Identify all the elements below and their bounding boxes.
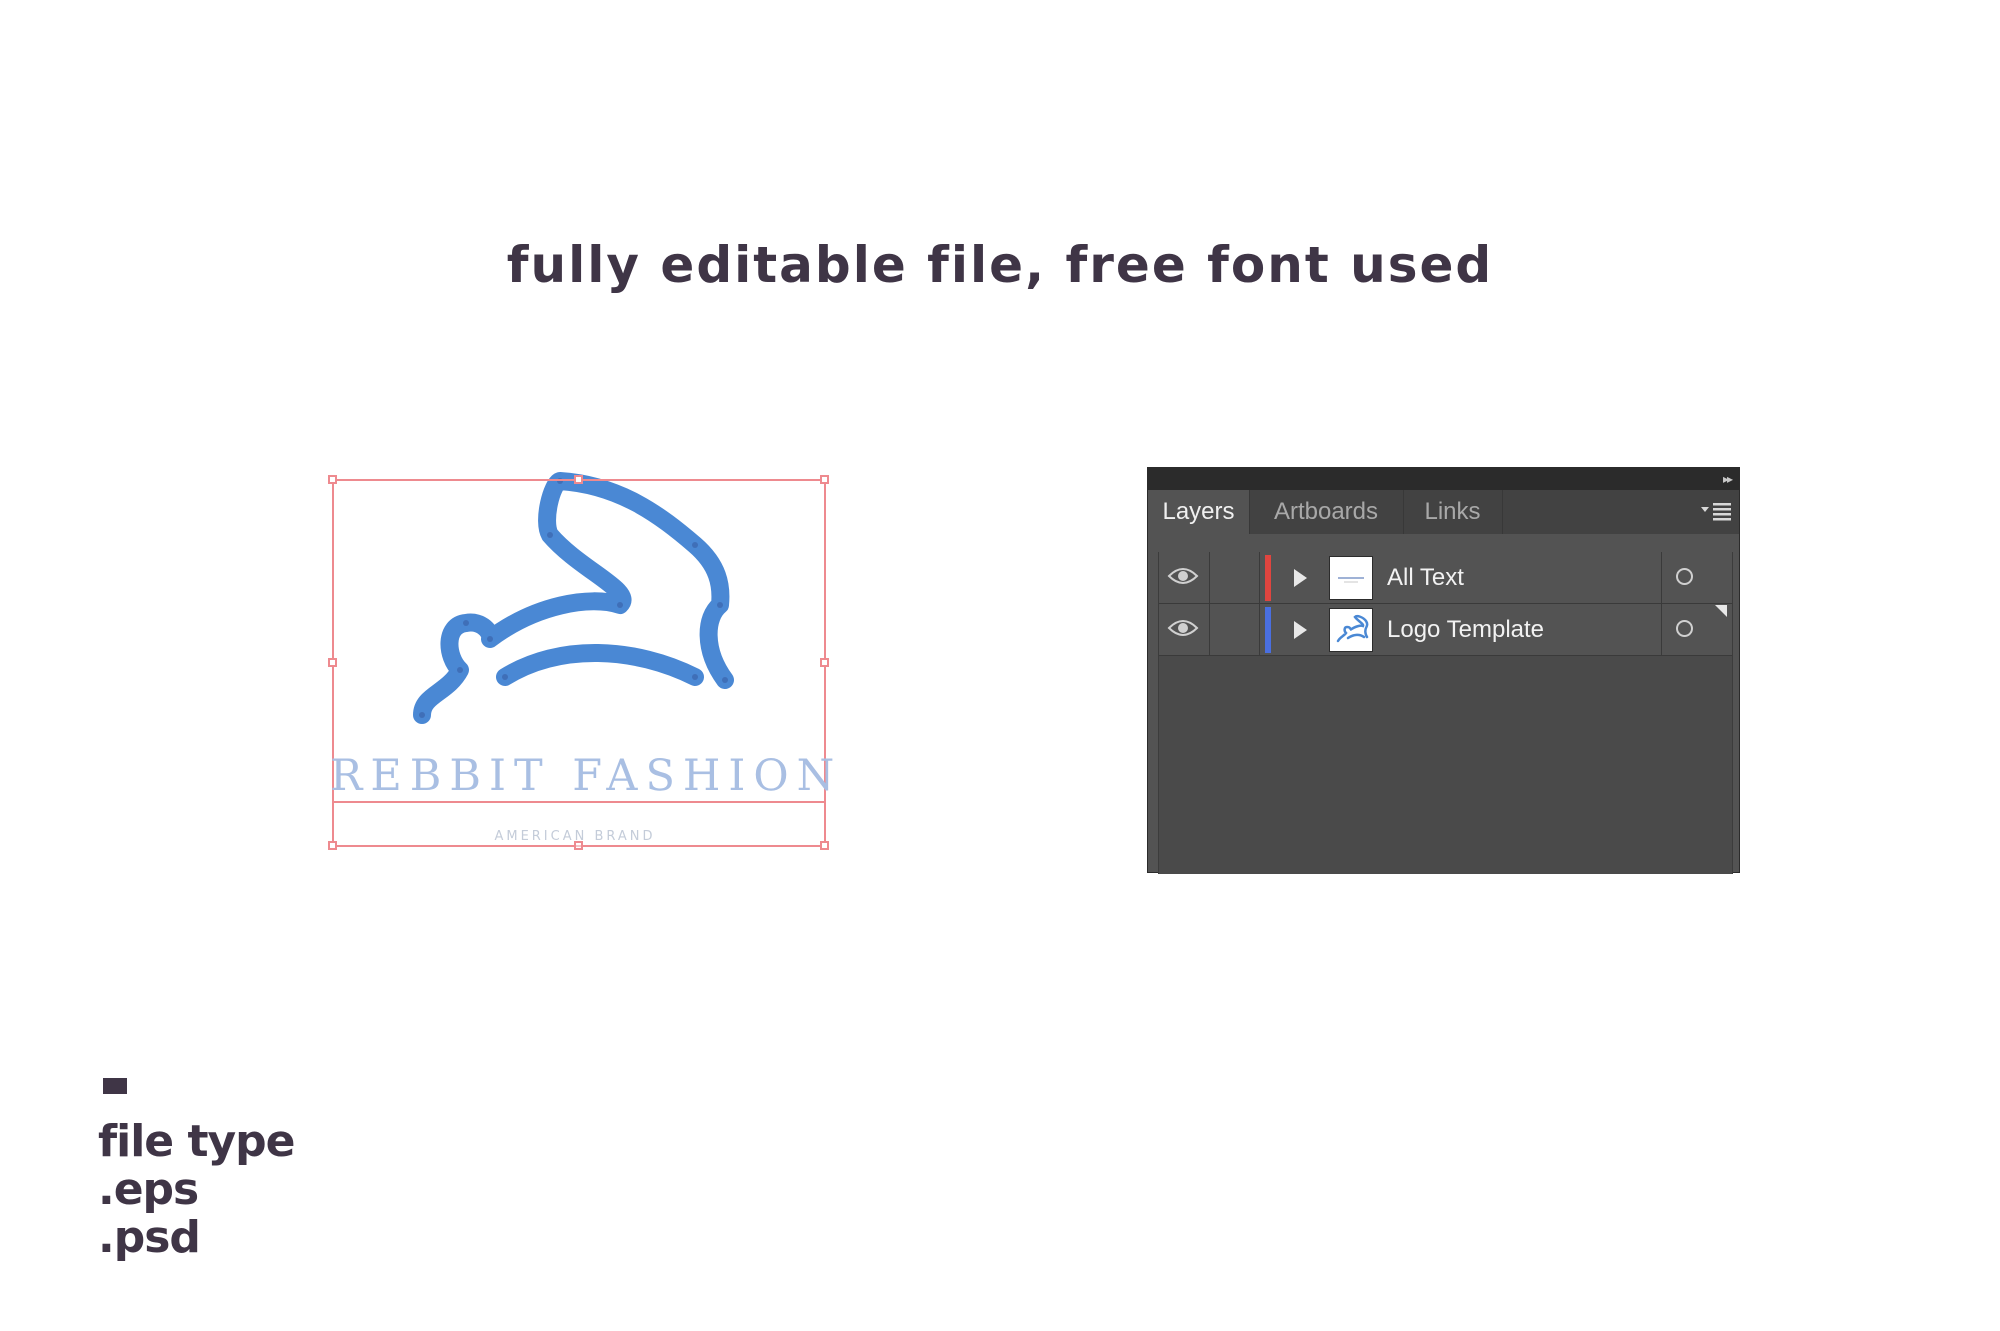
layers-panel: ▸▸ Layers Artboards Links All Text Logo … (1147, 467, 1740, 874)
visibility-toggle[interactable] (1159, 604, 1210, 656)
layer-color-indicator (1265, 607, 1271, 653)
lock-toggle[interactable] (1209, 604, 1260, 656)
tab-layers[interactable]: Layers (1148, 490, 1250, 534)
target-circle-icon (1676, 568, 1693, 585)
layer-row-all-text[interactable]: All Text (1159, 552, 1732, 604)
logo-subtitle: AMERICAN BRAND (494, 829, 656, 844)
expand-triangle-icon[interactable] (1289, 618, 1311, 642)
layer-color-indicator (1265, 555, 1271, 601)
layer-name[interactable]: All Text (1387, 552, 1464, 604)
layers-list: All Text Logo Template (1158, 552, 1733, 874)
panel-title-bar: ▸▸ (1148, 468, 1739, 490)
double-chevron-right-icon[interactable]: ▸▸ (1723, 468, 1733, 490)
rabbit-body-path (413, 472, 734, 724)
target-circle-icon (1676, 620, 1693, 637)
text-thumbnail-icon (1329, 556, 1373, 600)
visibility-toggle[interactable] (1159, 552, 1210, 604)
eye-icon (1167, 568, 1199, 584)
layer-row-logo-template[interactable]: Logo Template (1159, 604, 1732, 656)
panel-tab-bar: Layers Artboards Links (1148, 490, 1739, 534)
headline: fully editable file, free font used (506, 236, 1494, 294)
rabbit-thumbnail-icon (1329, 608, 1373, 652)
file-format-eps: .eps (98, 1164, 199, 1215)
file-format-psd: .psd (98, 1212, 201, 1263)
expand-triangle-icon[interactable] (1289, 566, 1311, 590)
tab-links[interactable]: Links (1403, 490, 1503, 534)
panel-menu-icon[interactable] (1699, 498, 1733, 524)
layer-target[interactable] (1661, 552, 1733, 604)
rabbit-belly-path (496, 644, 704, 686)
bullet-square (103, 1078, 127, 1094)
eye-icon (1167, 620, 1199, 636)
logo-artwork[interactable]: REBBIT FASHION AMERICAN BRAND (320, 465, 843, 855)
selection-indicator-icon (1715, 605, 1727, 617)
logo-title: REBBIT FASHION (330, 751, 843, 801)
lock-toggle[interactable] (1209, 552, 1260, 604)
file-type-label: file type (98, 1116, 296, 1167)
tab-artboards[interactable]: Artboards (1249, 490, 1404, 534)
layer-name[interactable]: Logo Template (1387, 604, 1544, 656)
